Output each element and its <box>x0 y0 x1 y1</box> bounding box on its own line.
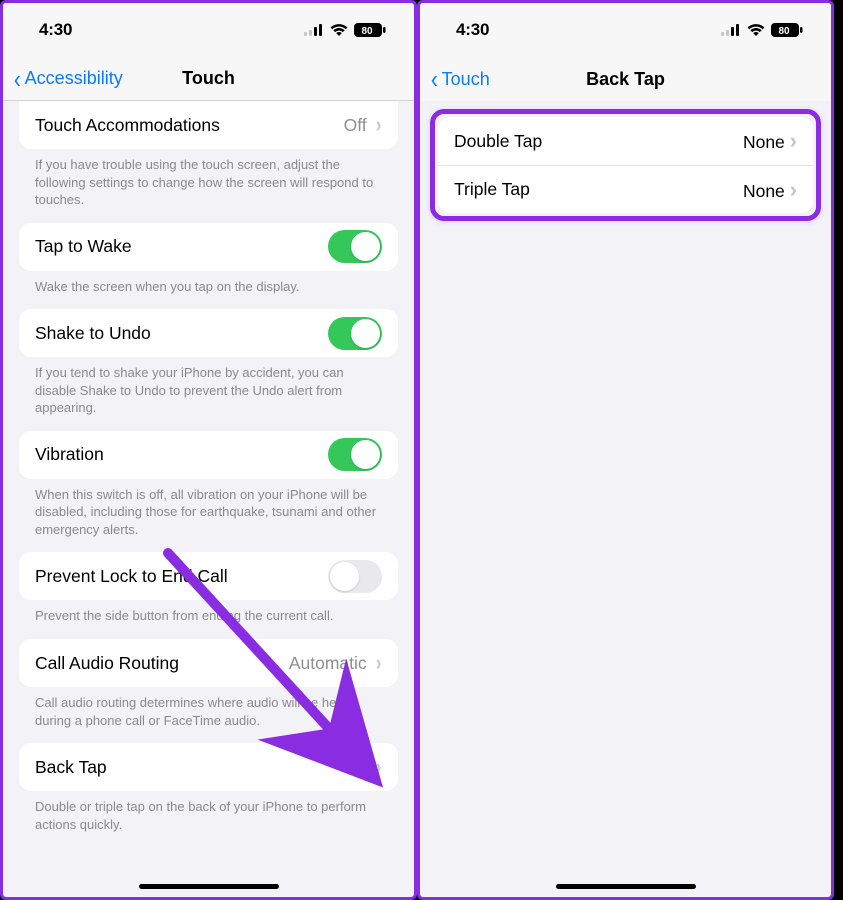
back-label: Accessibility <box>25 68 123 89</box>
status-indicators: 80 <box>721 23 803 37</box>
screenshot-back-tap-settings: 4:30 80 <box>417 0 834 900</box>
prevent-lock-desc: Prevent the side button from ending the … <box>19 600 398 625</box>
back-tap-desc: Double or triple tap on the back of your… <box>19 791 398 833</box>
svg-text:80: 80 <box>778 26 790 37</box>
vibration-desc: When this switch is off, all vibration o… <box>19 479 398 539</box>
home-indicator[interactable] <box>556 884 696 889</box>
highlight-box: Double Tap None › Triple Tap None › <box>430 109 821 221</box>
row-value: Automatic <box>289 653 367 674</box>
status-time: 4:30 <box>456 20 489 40</box>
row-label: Triple Tap <box>454 179 530 200</box>
row-label: Double Tap <box>454 131 542 152</box>
chevron-right-icon: › <box>376 754 381 780</box>
wifi-icon <box>747 24 765 37</box>
chevron-left-icon: ‹ <box>431 66 438 92</box>
prevent-lock-row[interactable]: Prevent Lock to End Call <box>19 552 398 600</box>
settings-content[interactable]: Touch Accommodations Off › If you have t… <box>3 101 414 897</box>
nav-header: ‹ Accessibility Touch <box>3 57 414 101</box>
shake-to-undo-toggle[interactable] <box>328 317 382 350</box>
row-label: Touch Accommodations <box>35 115 220 136</box>
back-button[interactable]: ‹ Touch <box>430 66 490 92</box>
call-audio-routing-desc: Call audio routing determines where audi… <box>19 687 398 729</box>
status-bar: 4:30 80 <box>3 3 414 57</box>
prevent-lock-toggle[interactable] <box>328 560 382 593</box>
call-audio-routing-row[interactable]: Call Audio Routing Automatic › <box>19 639 398 687</box>
triple-tap-row[interactable]: Triple Tap None › <box>438 165 813 213</box>
home-indicator[interactable] <box>139 884 279 889</box>
chevron-right-icon: › <box>376 112 381 138</box>
chevron-left-icon: ‹ <box>14 66 21 92</box>
touch-accommodations-row[interactable]: Touch Accommodations Off › <box>19 101 398 149</box>
tap-to-wake-toggle[interactable] <box>328 230 382 263</box>
status-time: 4:30 <box>39 20 72 40</box>
row-value: Off <box>344 115 367 136</box>
back-label: Touch <box>442 69 490 90</box>
chevron-right-icon: › <box>790 128 797 153</box>
chevron-right-icon: › <box>790 177 797 202</box>
vibration-toggle[interactable] <box>328 438 382 471</box>
back-tap-options-group: Double Tap None › Triple Tap None › <box>438 117 813 213</box>
cellular-icon <box>304 24 324 36</box>
screenshot-touch-settings: 4:30 80 <box>0 0 417 900</box>
shake-to-undo-row[interactable]: Shake to Undo <box>19 309 398 357</box>
row-label: Call Audio Routing <box>35 653 179 674</box>
row-label: Prevent Lock to End Call <box>35 566 228 587</box>
row-value: None <box>743 181 785 201</box>
row-value: None <box>743 132 785 152</box>
row-label: Back Tap <box>35 757 107 778</box>
back-button[interactable]: ‹ Accessibility <box>13 66 123 92</box>
tap-to-wake-row[interactable]: Tap to Wake <box>19 223 398 271</box>
battery-icon: 80 <box>771 23 803 37</box>
back-tap-row[interactable]: Back Tap Off › <box>19 743 398 791</box>
shake-to-undo-desc: If you tend to shake your iPhone by acci… <box>19 357 398 417</box>
row-label: Tap to Wake <box>35 236 132 257</box>
svg-text:80: 80 <box>361 26 373 37</box>
vibration-row[interactable]: Vibration <box>19 431 398 479</box>
row-label: Vibration <box>35 444 104 465</box>
double-tap-row[interactable]: Double Tap None › <box>438 117 813 165</box>
row-value: Off <box>344 757 367 778</box>
tap-to-wake-desc: Wake the screen when you tap on the disp… <box>19 271 398 296</box>
wifi-icon <box>330 24 348 37</box>
nav-header: ‹ Touch Back Tap <box>420 57 831 101</box>
status-indicators: 80 <box>304 23 386 37</box>
row-label: Shake to Undo <box>35 323 151 344</box>
touch-accommodations-desc: If you have trouble using the touch scre… <box>19 149 398 209</box>
cellular-icon <box>721 24 741 36</box>
chevron-right-icon: › <box>376 650 381 676</box>
battery-icon: 80 <box>354 23 386 37</box>
status-bar: 4:30 80 <box>420 3 831 57</box>
